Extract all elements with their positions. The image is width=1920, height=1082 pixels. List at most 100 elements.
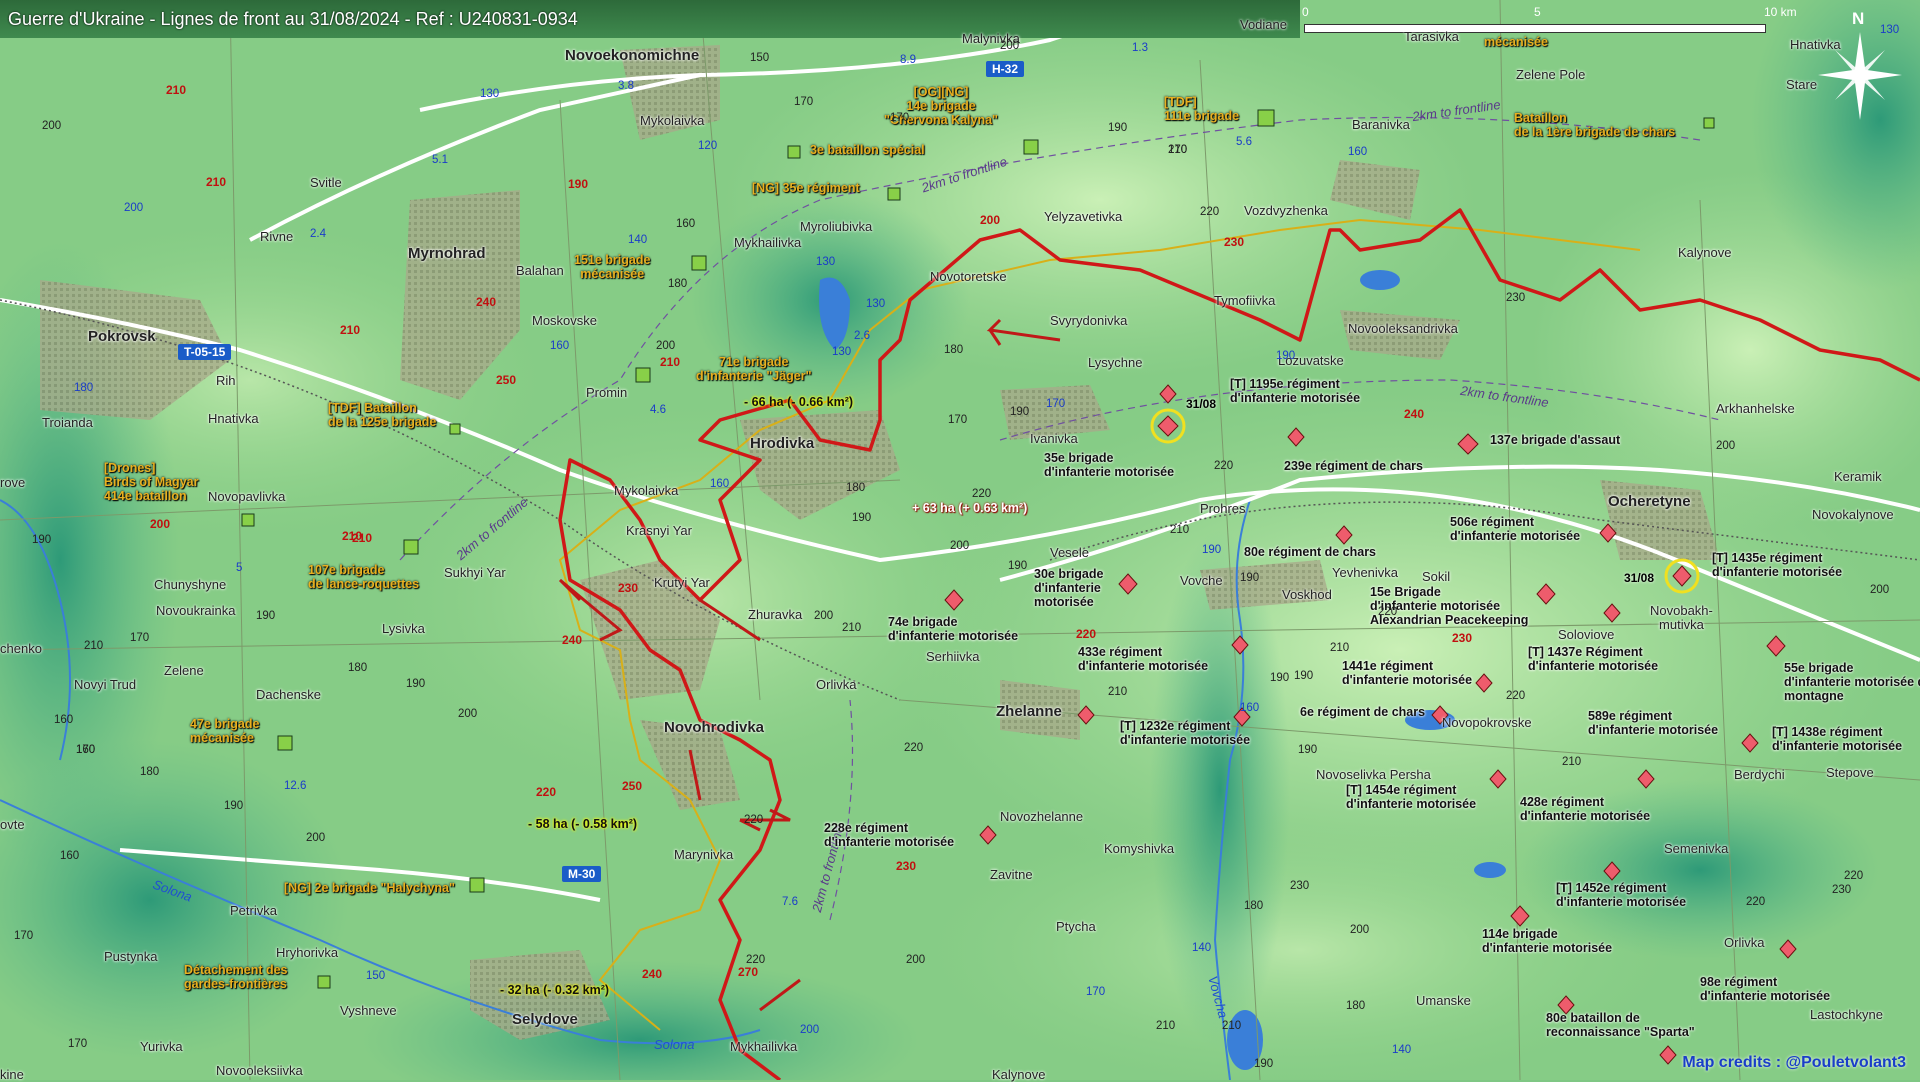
town-vodiane: Vodiane — [1240, 17, 1287, 32]
town-ovte: ovte — [0, 817, 25, 832]
alt-label: 140 — [628, 234, 648, 246]
altitude: 220 — [972, 488, 992, 500]
altitude: 210 — [84, 640, 104, 652]
ua-marker — [635, 367, 651, 383]
ua-unit-label: [NG] 35e régiment — [752, 181, 860, 195]
town-lysychne: Lysychne — [1088, 355, 1143, 370]
title-bar: Guerre d'Ukraine - Lignes de front au 31… — [0, 0, 1300, 38]
town-dachenske: Dachenske — [256, 687, 322, 702]
ru-unit-label: 114e brigade d'infanterie motorisée — [1482, 927, 1613, 955]
ua-marker — [317, 975, 331, 989]
town-novyi-trud: Novyi Trud — [74, 677, 137, 692]
ru-unit-label: 98e régiment d'infanterie motorisée — [1700, 975, 1831, 1003]
town-lysivka: Lysivka — [382, 621, 425, 636]
town-novokalynove: Novokalynove — [1812, 507, 1894, 522]
ru-unit-label: [T] 1195e régiment d'infanterie motorisé… — [1230, 377, 1361, 405]
altitude: 160 — [76, 744, 96, 756]
ua-unit-label: 151e brigade mécanisée — [574, 253, 651, 281]
alt-label: 160 — [1240, 702, 1260, 714]
altitude: 230 — [1506, 292, 1526, 304]
altitude: 230 — [1290, 880, 1310, 892]
ua-unit-label: 107e brigade de lance-roquettes — [308, 563, 420, 591]
altitude: 190 — [1108, 122, 1128, 134]
altitude: 200 — [1716, 440, 1736, 452]
town-chenko: chenko — [0, 641, 42, 656]
alt-label: 140 — [1192, 942, 1212, 954]
town-ocheretyne: Ocheretyne — [1608, 493, 1691, 510]
scale-tick-0: 0 — [1302, 5, 1309, 19]
ua-marker — [787, 145, 801, 159]
town-marynivka: Marynivka — [674, 847, 734, 862]
altitude: 210 — [1222, 1020, 1242, 1032]
ua-unit-label: [TDF] 111e brigade — [1164, 95, 1240, 123]
altitude: 200 — [1000, 40, 1020, 52]
town-novoekonomichne: Novoekonomichne — [565, 47, 700, 64]
area-change-label: - 66 ha (- 0.66 km²) — [744, 395, 854, 409]
altitude-red: 230 — [1452, 631, 1473, 645]
scale-bar-track — [1304, 24, 1766, 33]
ua-marker — [241, 513, 255, 527]
altitude-red: 230 — [896, 859, 917, 873]
altitude-red: 230 — [1224, 235, 1245, 249]
town-kalynove: Kalynove — [1678, 245, 1732, 260]
area-change-label: + 63 ha (+ 0.63 km²) — [912, 501, 1028, 515]
town-zavitne: Zavitne — [990, 867, 1033, 882]
altitude: 190 — [32, 534, 52, 546]
town-stare: Stare — [1786, 77, 1818, 92]
town-hryhorivka: Hryhorivka — [276, 945, 339, 960]
area-change-label: - 32 ha (- 0.32 km²) — [500, 983, 610, 997]
alt-label: 130 — [480, 88, 500, 100]
ru-unit-label: 433e régiment d'infanterie motorisée — [1078, 645, 1209, 673]
ru-unit-label: 589e régiment d'infanterie motorisée — [1588, 709, 1719, 737]
ua-marker — [403, 539, 419, 555]
altitude-red: 240 — [476, 295, 497, 309]
town-rih: Rih — [216, 373, 236, 388]
town-selydove: Selydove — [512, 1011, 578, 1028]
altitude-red: 220 — [536, 785, 557, 799]
town-tymofiivka: Tymofiivka — [1214, 293, 1276, 308]
town-chunyshyne: Chunyshyne — [154, 577, 227, 592]
altitude: 210 — [1156, 1020, 1176, 1032]
ru-unit-label: 35e brigade d'infanterie motorisée — [1044, 451, 1175, 479]
altitude: 210 — [1168, 144, 1188, 156]
town-baranivka: Baranivka — [1352, 117, 1410, 132]
town-umanske: Umanske — [1416, 993, 1471, 1008]
altitude: 220 — [904, 742, 924, 754]
update-date-label: 31/08 — [1624, 571, 1655, 585]
altitude: 190 — [1294, 670, 1314, 682]
road-km: 2.4 — [310, 228, 326, 240]
scale-bar: 0 5 10 km — [1302, 5, 1797, 34]
ru-unit-label: 55e brigade d'infanterie motorisée de mo… — [1784, 661, 1920, 703]
altitude-red: 220 — [1076, 627, 1097, 641]
altitude-red: 210 — [342, 529, 363, 543]
ru-unit-label: 228e régiment d'infanterie motorisée — [824, 821, 955, 849]
town-vesele: Vesele — [1050, 545, 1090, 560]
town-novotoretske: Novotoretske — [930, 269, 1007, 284]
ru-unit-label: 239e régiment de chars — [1284, 459, 1423, 473]
ru-unit-label: [T] 1438e régiment d'infanterie motorisé… — [1772, 725, 1903, 753]
town-mykolaivka: Mykolaivka — [640, 113, 705, 128]
altitude: 180 — [140, 766, 160, 778]
town-keramik: Keramik — [1834, 469, 1882, 484]
altitude: 190 — [224, 800, 244, 812]
ua-marker — [469, 877, 485, 893]
town-pokrovsk: Pokrovsk — [88, 328, 156, 345]
town-orlivka-2: Orlivka — [1724, 935, 1765, 950]
town-novooleksiivka: Novooleksiivka — [216, 1063, 303, 1078]
altitude: 200 — [1870, 584, 1890, 596]
town-mykolaivka-2: Mykolaivka — [614, 483, 679, 498]
town-myrnohrad: Myrnohrad — [408, 245, 486, 262]
altitude: 180 — [1244, 900, 1264, 912]
alt-label: 130 — [866, 298, 886, 310]
town-troianda: Troianda — [42, 415, 93, 430]
altitude: 190 — [1010, 406, 1030, 418]
altitude: 200 — [42, 120, 62, 132]
alt-label: 200 — [124, 202, 144, 214]
scale-tick-5: 5 — [1534, 5, 1541, 19]
town-lastochkyne: Lastochkyne — [1810, 1007, 1883, 1022]
road-m30: M-30 — [562, 866, 602, 882]
town-vozdvyzhenka: Vozdvyzhenka — [1244, 203, 1328, 218]
ru-unit-label: 1441e régiment d'infanterie motorisée — [1342, 659, 1473, 687]
altitude: 160 — [60, 850, 80, 862]
ru-unit-label: 6e régiment de chars — [1300, 705, 1426, 719]
